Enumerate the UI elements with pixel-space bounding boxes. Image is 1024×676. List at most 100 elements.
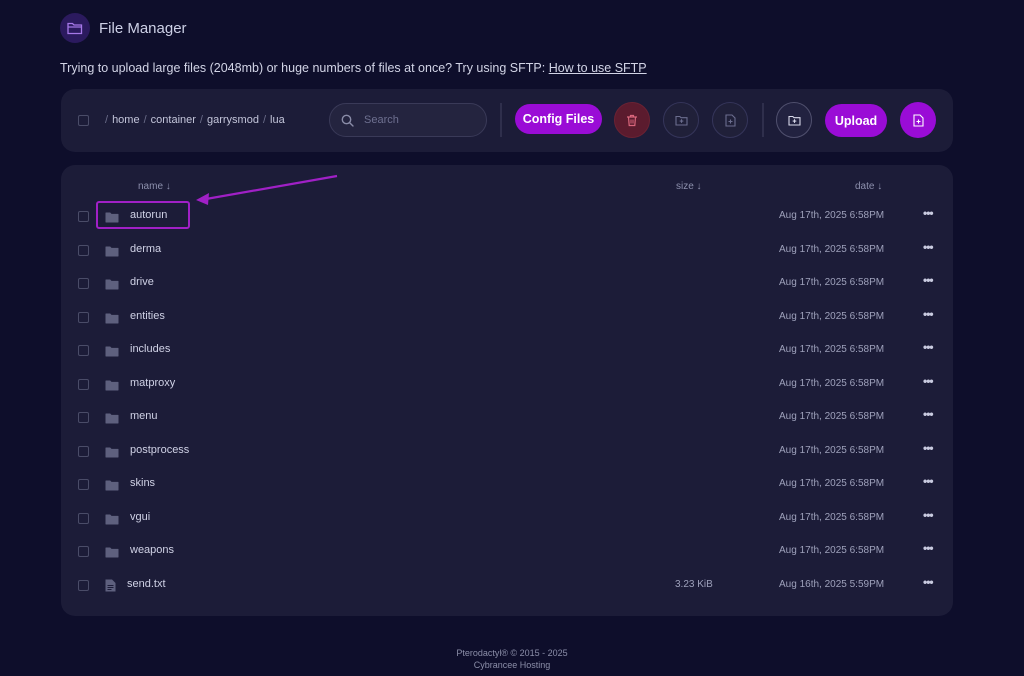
table-row[interactable]: autorun Aug 17th, 2025 6:58PM ••• <box>61 200 953 233</box>
folder-icon <box>105 311 119 329</box>
config-files-button[interactable]: Config Files <box>515 104 602 134</box>
table-row[interactable]: derma Aug 17th, 2025 6:58PM ••• <box>61 234 953 267</box>
folder-icon <box>105 545 119 563</box>
row-checkbox[interactable] <box>78 512 89 524</box>
table-row[interactable]: send.txt 3.23 KiB Aug 16th, 2025 5:59PM ••• <box>61 569 953 602</box>
more-icon[interactable]: ••• <box>923 240 934 254</box>
row-checkbox[interactable] <box>78 378 89 390</box>
breadcrumb-separator: / <box>105 114 109 126</box>
row-checkbox[interactable] <box>78 311 89 323</box>
row-name[interactable]: entities <box>130 310 165 322</box>
table-row[interactable]: menu Aug 17th, 2025 6:58PM ••• <box>61 401 953 434</box>
folder-open-icon <box>60 13 90 43</box>
file-plus-icon <box>912 113 924 127</box>
row-name[interactable]: vgui <box>130 511 150 523</box>
row-checkbox[interactable] <box>78 412 89 423</box>
more-icon[interactable]: ••• <box>923 206 934 220</box>
row-name[interactable]: skins <box>130 477 155 489</box>
folder-plus-icon <box>787 115 801 126</box>
select-all-checkbox[interactable] <box>78 115 89 126</box>
breadcrumb-home[interactable]: home <box>112 114 140 126</box>
upload-folder-button[interactable] <box>776 102 812 138</box>
more-icon[interactable]: ••• <box>923 340 934 354</box>
sftp-notice: Trying to upload large files (2048mb) or… <box>60 61 647 75</box>
annotation-highlight-box <box>96 201 190 229</box>
toolbar-divider <box>500 103 502 137</box>
folder-icon <box>105 445 119 463</box>
row-date: Aug 17th, 2025 6:58PM <box>779 545 885 556</box>
new-file-button[interactable] <box>712 102 748 138</box>
row-checkbox[interactable] <box>78 579 89 591</box>
row-name[interactable]: includes <box>130 343 170 355</box>
page-title: File Manager <box>99 19 187 37</box>
breadcrumb-separator: / <box>262 114 267 126</box>
column-header-size[interactable]: size ↓ <box>676 181 702 192</box>
column-header-name[interactable]: name ↓ <box>138 181 171 192</box>
row-checkbox[interactable] <box>78 244 89 256</box>
row-date: Aug 17th, 2025 6:58PM <box>779 344 885 355</box>
more-icon[interactable]: ••• <box>923 407 934 421</box>
table-row[interactable]: matproxy Aug 17th, 2025 6:58PM ••• <box>61 368 953 401</box>
row-name[interactable]: menu <box>130 410 158 422</box>
row-checkbox[interactable] <box>78 211 89 222</box>
more-icon[interactable]: ••• <box>923 474 934 488</box>
more-icon[interactable]: ••• <box>923 441 934 455</box>
folder-plus-icon <box>674 115 688 126</box>
notice-text: Trying to upload large files (2048mb) or… <box>60 61 546 75</box>
search-icon <box>341 114 354 127</box>
row-checkbox[interactable] <box>78 345 89 356</box>
breadcrumb-separator: / <box>199 114 203 126</box>
row-date: Aug 17th, 2025 6:58PM <box>779 411 885 422</box>
row-checkbox[interactable] <box>78 479 89 490</box>
more-icon[interactable]: ••• <box>923 575 934 589</box>
more-icon[interactable]: ••• <box>923 374 934 388</box>
row-size: 3.23 KiB <box>675 578 713 590</box>
table-row[interactable]: includes Aug 17th, 2025 6:58PM ••• <box>61 334 953 367</box>
more-icon[interactable]: ••• <box>923 273 934 287</box>
folder-icon <box>105 277 119 295</box>
row-date: Aug 17th, 2025 6:58PM <box>779 310 885 322</box>
table-row[interactable]: drive Aug 17th, 2025 6:58PM ••• <box>61 267 953 300</box>
breadcrumb-lua: lua <box>270 114 285 126</box>
row-checkbox[interactable] <box>78 445 89 457</box>
table-row[interactable]: skins Aug 17th, 2025 6:58PM ••• <box>61 468 953 501</box>
trash-icon <box>626 114 638 127</box>
table-row[interactable]: weapons Aug 17th, 2025 6:58PM ••• <box>61 535 953 568</box>
new-folder-button[interactable] <box>663 102 699 138</box>
breadcrumb-garrysmod[interactable]: garrysmod <box>207 114 259 126</box>
more-icon[interactable]: ••• <box>923 307 934 321</box>
folder-icon <box>105 378 119 396</box>
breadcrumb: / home / container / garrysmod / lua <box>101 114 285 126</box>
delete-button[interactable] <box>614 102 650 138</box>
table-row[interactable]: postprocess Aug 17th, 2025 6:58PM ••• <box>61 435 953 468</box>
row-name[interactable]: matproxy <box>130 377 175 389</box>
row-checkbox[interactable] <box>78 546 89 557</box>
create-file-button[interactable] <box>900 102 936 138</box>
row-name[interactable]: postprocess <box>130 444 189 456</box>
more-icon[interactable]: ••• <box>923 508 934 522</box>
folder-icon <box>105 244 119 262</box>
column-header-date[interactable]: date ↓ <box>855 181 882 192</box>
folder-icon <box>105 344 119 362</box>
row-name[interactable]: drive <box>130 276 154 288</box>
search-input[interactable] <box>362 113 476 127</box>
folder-icon <box>105 411 119 429</box>
row-checkbox[interactable] <box>78 278 89 289</box>
file-icon <box>105 579 116 597</box>
row-date: Aug 17th, 2025 6:58PM <box>779 444 885 456</box>
row-name[interactable]: derma <box>130 243 161 255</box>
row-date: Aug 17th, 2025 6:58PM <box>779 277 885 288</box>
upload-button[interactable]: Upload <box>825 104 887 137</box>
more-icon[interactable]: ••• <box>923 541 934 555</box>
breadcrumb-separator: / <box>143 114 147 126</box>
row-date: Aug 17th, 2025 6:58PM <box>779 210 885 221</box>
row-date: Aug 17th, 2025 6:58PM <box>779 243 885 255</box>
row-name[interactable]: send.txt <box>127 578 166 590</box>
search-box[interactable] <box>329 103 487 137</box>
row-date: Aug 17th, 2025 6:58PM <box>779 511 885 523</box>
table-row[interactable]: vgui Aug 17th, 2025 6:58PM ••• <box>61 502 953 535</box>
sftp-help-link[interactable]: How to use SFTP <box>549 61 647 75</box>
breadcrumb-container[interactable]: container <box>151 114 196 126</box>
table-row[interactable]: entities Aug 17th, 2025 6:58PM ••• <box>61 301 953 334</box>
row-name[interactable]: weapons <box>130 544 174 556</box>
